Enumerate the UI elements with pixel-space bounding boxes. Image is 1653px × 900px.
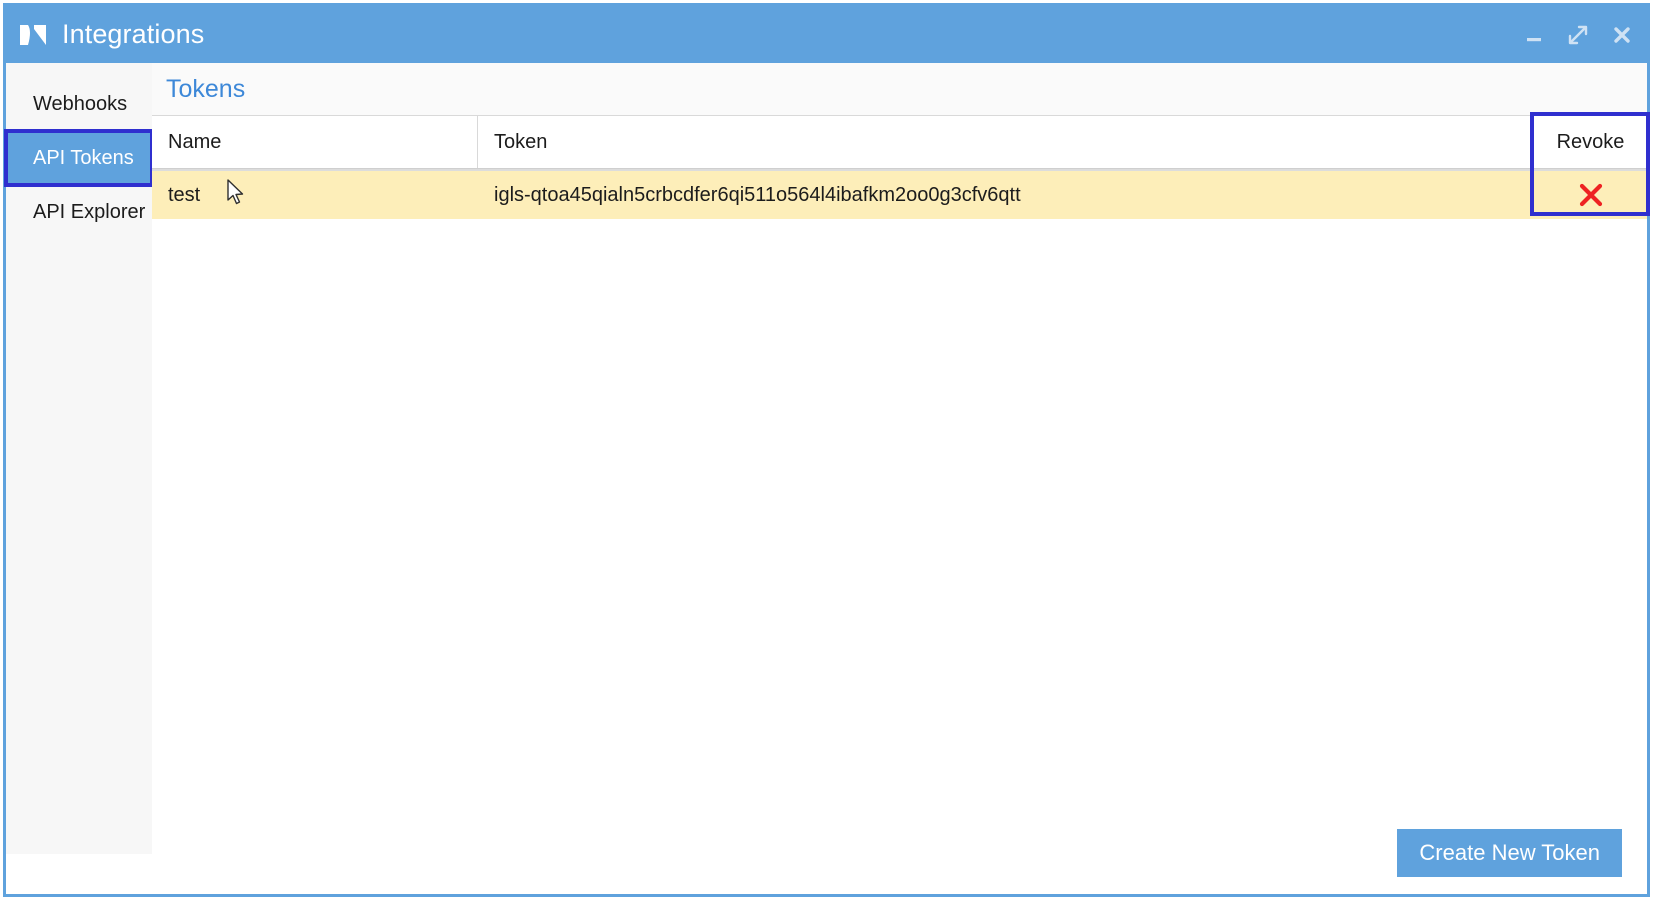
sidebar-item-webhooks[interactable]: Webhooks (6, 77, 152, 131)
window-controls (1523, 6, 1633, 63)
table-header-row: Name Token Revoke (152, 115, 1647, 169)
table-row[interactable]: test igls-qtoa45qialn5crbcdfer6qi511o564… (152, 169, 1647, 219)
column-header-name: Name (152, 116, 478, 168)
sidebar: Webhooks API Tokens API Explorer (4, 63, 154, 854)
table-body: test igls-qtoa45qialn5crbcdfer6qi511o564… (152, 169, 1647, 812)
revoke-x-icon[interactable] (1578, 182, 1604, 208)
window-body: Webhooks API Tokens API Explorer Tokens … (4, 63, 1650, 894)
create-new-token-button[interactable]: Create New Token (1397, 829, 1622, 877)
section-header: Tokens (152, 63, 1647, 115)
minimize-icon[interactable] (1523, 24, 1545, 46)
cell-revoke (1534, 171, 1647, 219)
column-header-revoke: Revoke (1556, 130, 1625, 153)
sidebar-item-api-explorer[interactable]: API Explorer (6, 185, 152, 239)
sidebar-item-label: Webhooks (33, 92, 128, 115)
window-titlebar: Integrations (6, 6, 1647, 63)
page-title: Tokens (166, 74, 246, 103)
content-footer: Create New Token (152, 812, 1647, 894)
integrations-logo-icon (17, 20, 51, 50)
sidebar-item-label: API Explorer (33, 200, 146, 223)
close-icon[interactable] (1611, 24, 1633, 46)
sidebar-item-api-tokens[interactable]: API Tokens (4, 129, 154, 187)
sidebar-item-label: API Tokens (33, 146, 134, 169)
maximize-icon[interactable] (1567, 24, 1589, 46)
content-panel: Tokens Name Token Revoke test igls-qtoa4… (152, 63, 1650, 894)
window-title: Integrations (62, 19, 205, 49)
cell-token-value: igls-qtoa45qialn5crbcdfer6qi511o564l4iba… (494, 183, 1021, 206)
tokens-table: Name Token Revoke test igls-qtoa45qialn5… (152, 112, 1650, 812)
column-header-token: Token (478, 116, 1534, 168)
cell-token-name: test (168, 183, 201, 206)
integrations-window: Integrations Webhooks API Tokens API Exp… (3, 3, 1650, 897)
